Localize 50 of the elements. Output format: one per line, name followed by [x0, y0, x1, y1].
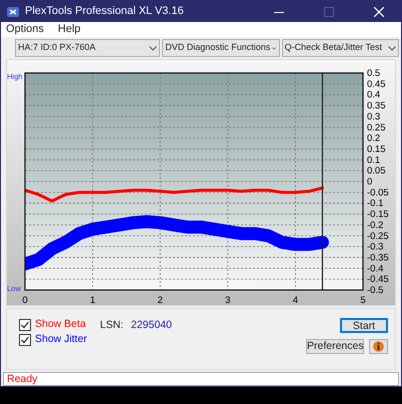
y-tick-label: -0.15 — [367, 209, 389, 220]
y-tick-label: -0.35 — [367, 252, 389, 264]
checkbox-label[interactable]: Show Beta — [35, 317, 86, 333]
y-tick-label: -0.4 — [367, 263, 384, 274]
y-tick-label: 0.1 — [367, 154, 380, 166]
checkbox[interactable] — [19, 319, 31, 331]
y-tick-label: 0.4 — [367, 90, 380, 101]
chevron-down-icon — [149, 46, 158, 50]
chevron-down-icon — [272, 46, 277, 50]
lsn-label: LSN: — [100, 318, 124, 333]
chevron-down-icon — [388, 46, 396, 50]
checkbox-label[interactable]: Show Jitter — [35, 332, 87, 348]
lsn-value: 2295040 — [131, 318, 172, 333]
x-tick-label: 5 — [360, 295, 366, 306]
x-tick-label: 0 — [22, 295, 28, 306]
close-icon — [374, 6, 384, 16]
info-button[interactable] — [369, 339, 388, 354]
dropdown[interactable]: HA:7 ID:0 PX-760A — [15, 39, 160, 57]
y-tick-label: 0.2 — [367, 133, 380, 144]
y-tick-label: -0.05 — [367, 187, 389, 198]
dropdown[interactable]: DVD Diagnostic Functions — [162, 39, 280, 57]
y-tick-label: -0.3 — [367, 242, 384, 253]
y-tick-label: 0.35 — [367, 100, 386, 112]
checkbox[interactable] — [19, 334, 31, 346]
start-button[interactable]: Start — [340, 318, 388, 333]
status-bar: Ready — [3, 372, 399, 386]
x-tick-label: 3 — [225, 295, 230, 306]
menu-item[interactable]: Options — [6, 23, 44, 36]
x-tick-label: 2 — [158, 295, 163, 306]
preferences-button[interactable]: Preferences — [306, 339, 364, 354]
x-tick-label: 4 — [292, 295, 298, 306]
y-tick-label: 0.05 — [367, 166, 386, 177]
info-icon — [373, 340, 384, 352]
app-icon — [7, 6, 19, 18]
y-tick-label: 0.3 — [367, 111, 380, 122]
y-tick-label: 0.45 — [367, 78, 386, 90]
y-tick-label: -0.2 — [367, 220, 384, 231]
y-tick-label: -0.1 — [367, 198, 384, 210]
y-tick-label: 0 — [367, 176, 372, 188]
y-tick-label: 0.15 — [367, 144, 386, 155]
y-tick-label: -0.5 — [367, 285, 384, 296]
y-tick-label: 0.25 — [367, 122, 386, 134]
maximize-icon — [324, 6, 334, 16]
menu-item[interactable]: Help — [58, 23, 81, 36]
window-title: PlexTools Professional XL V3.16 — [25, 4, 185, 20]
y-tick-label: -0.45 — [367, 274, 389, 286]
x-tick-label: 1 — [90, 295, 96, 306]
y-tick-label: -0.25 — [367, 230, 389, 242]
dropdown[interactable]: Q-Check Beta/Jitter Test — [282, 39, 400, 57]
y-tick-label: 0.5 — [367, 68, 380, 79]
